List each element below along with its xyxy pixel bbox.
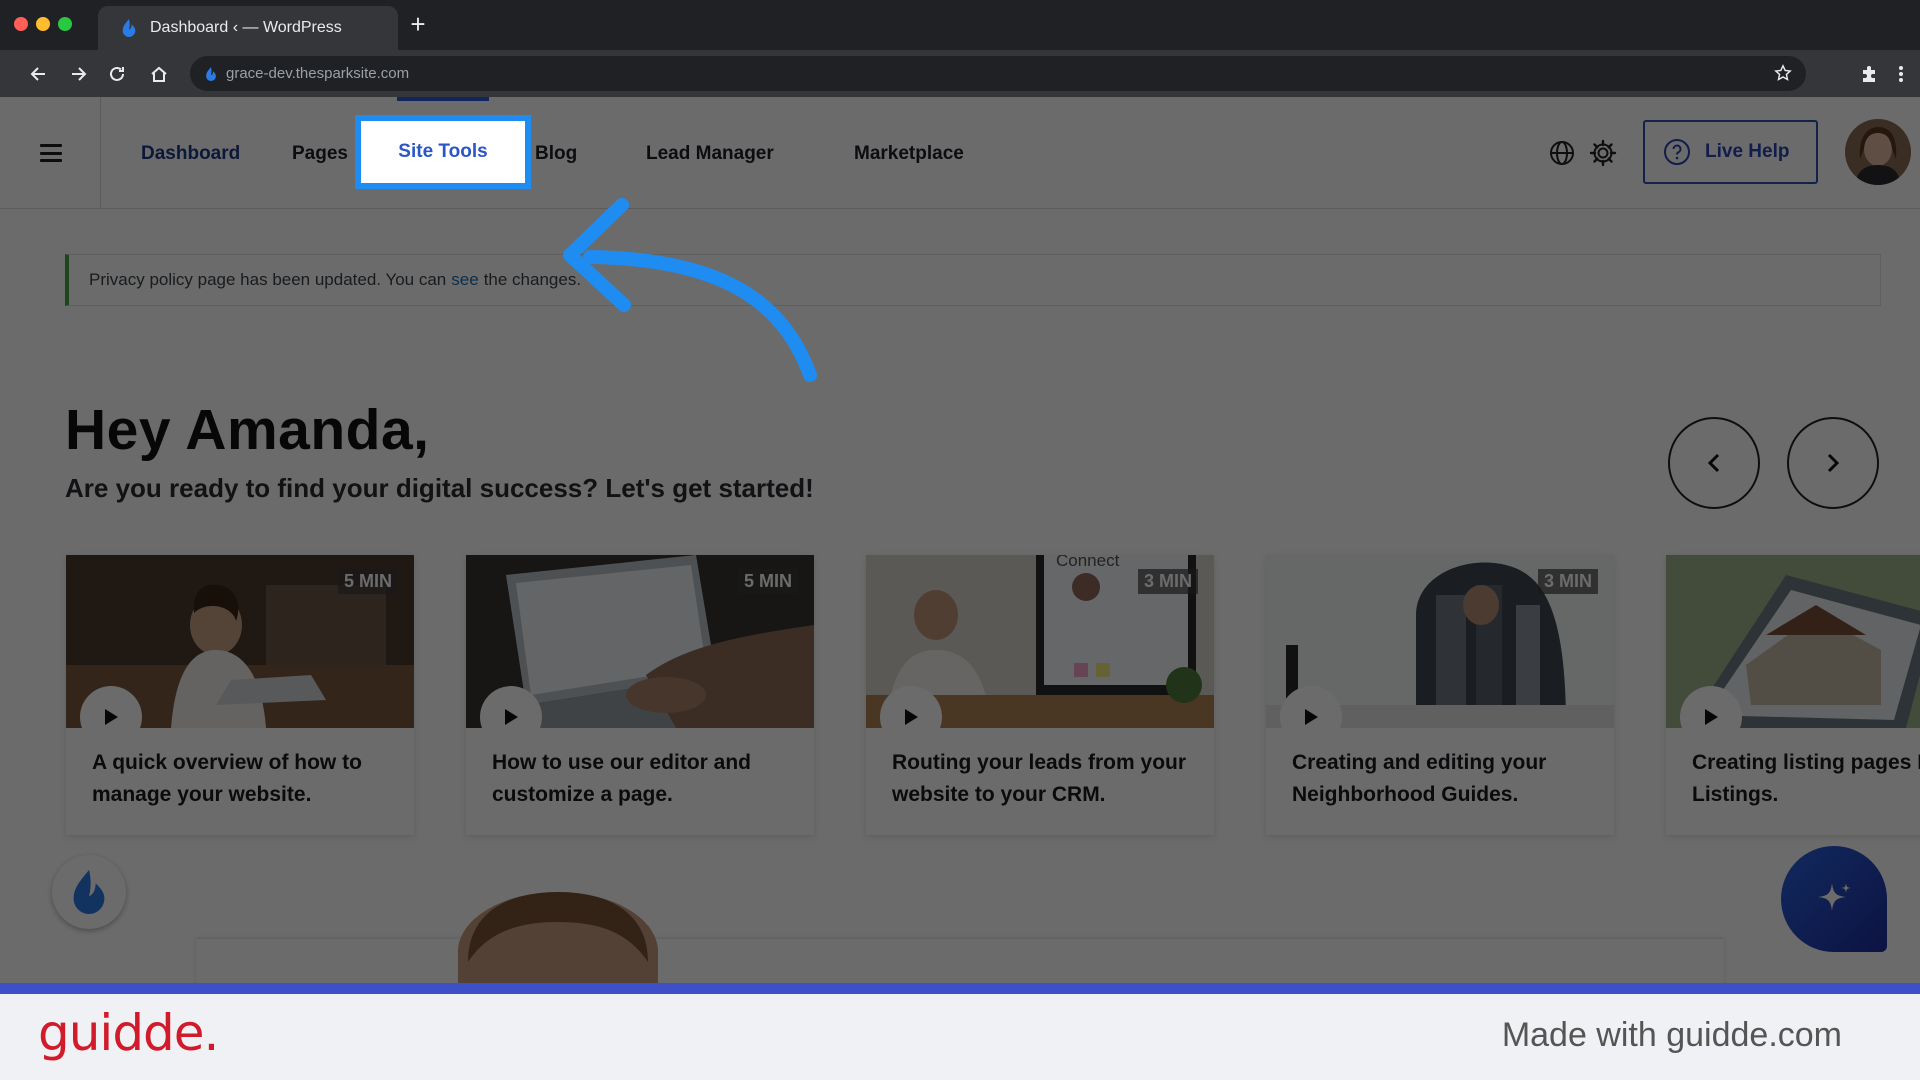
reload-icon[interactable] xyxy=(104,61,130,87)
presenter-photo xyxy=(458,892,658,983)
screen: Dashboard ‹ — WordPress + grace-dev.thes… xyxy=(0,0,1920,1080)
thumbnail-screen-text: Connect xyxy=(1056,555,1120,570)
help-circle-icon xyxy=(1664,139,1690,165)
spark-logo-button[interactable] xyxy=(52,855,126,929)
gear-icon[interactable] xyxy=(1589,139,1617,167)
progress-bar xyxy=(0,983,1920,994)
duration-badge: 3 MIN xyxy=(1137,569,1198,594)
card-title: How to use our editor and customize a pa… xyxy=(492,751,752,806)
play-icon xyxy=(1305,709,1318,725)
forward-icon[interactable] xyxy=(65,61,91,87)
live-help-label: Live Help xyxy=(1705,141,1790,162)
hamburger-icon[interactable] xyxy=(40,144,62,162)
address-bar[interactable]: grace-dev.thesparksite.com xyxy=(190,56,1806,91)
nav-site-tools[interactable]: Site Tools xyxy=(355,115,531,189)
duration-badge: 3 MIN xyxy=(1537,569,1598,594)
nav-pages[interactable]: Pages xyxy=(292,143,348,165)
made-with-text: Made with guidde.com xyxy=(1501,1016,1842,1054)
window-controls xyxy=(14,17,72,31)
live-help-button[interactable]: Live Help xyxy=(1643,120,1818,184)
nav-lead-manager[interactable]: Lead Manager xyxy=(646,143,774,165)
play-button[interactable] xyxy=(80,686,142,748)
card-title: Creating listing pages My Listings. xyxy=(1692,751,1920,806)
video-card[interactable]: 3 MIN Creating and editing your Neighbor… xyxy=(1266,555,1614,835)
site-tools-label: Site Tools xyxy=(398,141,488,162)
browser-tab[interactable]: Dashboard ‹ — WordPress xyxy=(98,6,398,50)
play-button[interactable] xyxy=(1280,686,1342,748)
active-tab-indicator xyxy=(397,97,489,101)
notice-text: Privacy policy page has been updated. Yo… xyxy=(89,270,447,289)
video-card[interactable]: Connect 3 MIN Routing your leads from yo… xyxy=(866,555,1214,835)
card-title: Creating and editing your Neighborhood G… xyxy=(1292,751,1547,806)
play-icon xyxy=(505,709,518,725)
browser-toolbar: grace-dev.thesparksite.com xyxy=(0,50,1920,97)
guidde-footer: guidde. Made with guidde.com xyxy=(0,994,1920,1080)
dim-overlay xyxy=(0,97,1920,983)
play-button[interactable] xyxy=(480,686,542,748)
url-text: grace-dev.thesparksite.com xyxy=(226,65,410,82)
flame-icon xyxy=(122,19,136,37)
browser-menu-icon[interactable] xyxy=(1888,61,1914,87)
globe-icon[interactable] xyxy=(1548,139,1576,167)
notice-see-link[interactable]: see xyxy=(451,270,478,290)
top-navigation: Dashboard Pages Blog Lead Manager Market… xyxy=(0,97,1920,209)
card-title: Routing your leads from your website to … xyxy=(892,751,1187,806)
nav-divider xyxy=(100,97,101,209)
avatar[interactable] xyxy=(1845,119,1911,185)
chevron-left-icon xyxy=(1707,453,1720,473)
maximize-window-button[interactable] xyxy=(58,17,72,31)
play-button[interactable] xyxy=(880,686,942,748)
extensions-icon[interactable] xyxy=(1856,61,1882,87)
pointer-arrow-icon xyxy=(563,198,817,382)
browser-tabstrip: Dashboard ‹ — WordPress + xyxy=(0,0,1920,50)
privacy-notice: Privacy policy page has been updated. Yo… xyxy=(65,254,1881,306)
card-title: A quick overview of how to manage your w… xyxy=(92,751,362,806)
video-card[interactable]: 5 MIN How to use our editor and customiz… xyxy=(466,555,814,835)
app-page: Dashboard Pages Blog Lead Manager Market… xyxy=(0,97,1920,983)
site-flame-icon xyxy=(206,66,216,81)
duration-badge: 5 MIN xyxy=(337,569,398,594)
new-tab-button[interactable]: + xyxy=(406,11,430,37)
play-button[interactable] xyxy=(1680,686,1742,748)
nav-blog[interactable]: Blog xyxy=(535,143,577,165)
home-icon[interactable] xyxy=(146,61,172,87)
play-icon xyxy=(1705,709,1718,725)
ai-assistant-button[interactable] xyxy=(1781,846,1887,952)
carousel-prev-button[interactable] xyxy=(1668,417,1760,509)
back-icon[interactable] xyxy=(26,61,52,87)
promo-banner xyxy=(196,939,1724,983)
close-window-button[interactable] xyxy=(14,17,28,31)
duration-badge: 5 MIN xyxy=(737,569,798,594)
star-icon[interactable] xyxy=(1774,64,1792,82)
video-card[interactable]: Creating listing pages My Listings. xyxy=(1666,555,1920,835)
minimize-window-button[interactable] xyxy=(36,17,50,31)
play-icon xyxy=(105,709,118,725)
sparkle-icon xyxy=(1818,883,1851,911)
guidde-logo: guidde. xyxy=(38,1004,219,1062)
play-icon xyxy=(905,709,918,725)
flame-icon xyxy=(73,870,105,914)
video-card[interactable]: 5 MIN A quick overview of how to manage … xyxy=(66,555,414,835)
greeting-subtitle: Are you ready to find your digital succe… xyxy=(65,473,814,503)
carousel-next-button[interactable] xyxy=(1787,417,1879,509)
nav-dashboard[interactable]: Dashboard xyxy=(141,143,240,165)
greeting-title: Hey Amanda, xyxy=(65,398,430,462)
chevron-right-icon xyxy=(1827,453,1840,473)
nav-marketplace[interactable]: Marketplace xyxy=(854,143,964,165)
tab-title: Dashboard ‹ — WordPress xyxy=(150,19,342,36)
